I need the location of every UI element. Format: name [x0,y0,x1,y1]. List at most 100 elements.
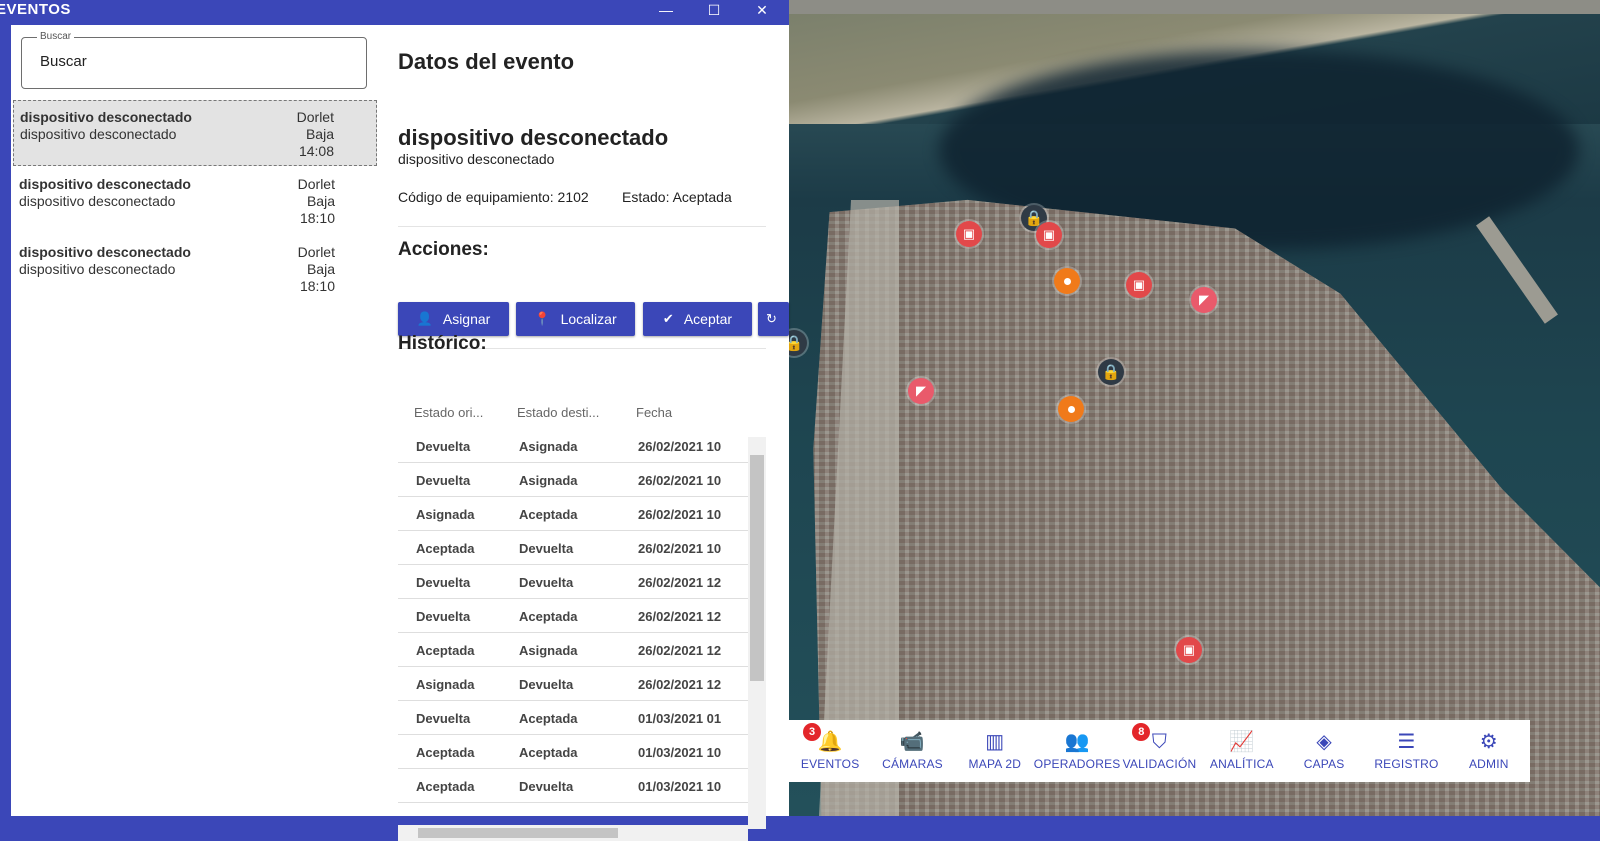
marker-lock-icon[interactable]: 🔒 [789,330,807,356]
nav-registro[interactable]: ☰ REGISTRO [1365,731,1447,771]
events-window: EVENTOS — ☐ ✕ Buscar dispositivo descone… [0,0,789,841]
nav-operadores[interactable]: 👥 OPERADORES [1034,731,1120,771]
cell-target-state: Devuelta [519,677,574,692]
maximize-icon[interactable]: ☐ [700,2,728,19]
accept-button-label: Aceptar [683,311,733,327]
nav-eventos-label: EVENTOS [800,757,860,771]
history-vertical-scrollbar[interactable] [748,437,766,829]
table-row[interactable]: Aceptada Asignada 26/02/2021 12 [398,633,748,667]
event-time: 18:10 [299,278,335,294]
nav-eventos[interactable]: 3 🔔 EVENTOS [789,723,871,771]
validacion-badge: 8 [1132,723,1151,741]
marker-camera-icon[interactable]: ▣ [1176,637,1202,663]
cell-target-state: Aceptada [519,711,578,726]
table-row[interactable]: Devuelta Asignada 26/02/2021 10 [398,463,748,497]
shield-check-icon: ⛉ [1151,731,1168,753]
table-row[interactable]: Aceptada Devuelta 26/02/2021 10 [398,531,748,565]
map-pier [1476,216,1558,324]
table-row[interactable]: Asignada Devuelta 26/02/2021 12 [398,667,748,701]
event-subtitle: dispositivo desconectado [19,261,176,277]
marker-alert-icon[interactable] [1058,396,1084,422]
list-icon: ☰ [1397,731,1416,753]
column-header-date[interactable]: Fecha [636,405,672,420]
event-subtitle: dispositivo desconectado [19,193,176,209]
nav-mapa2d[interactable]: ▥ MAPA 2D [954,731,1036,771]
history-horizontal-scrollbar[interactable] [398,825,748,841]
nav-registro-label: REGISTRO [1374,757,1439,771]
table-row[interactable]: Devuelta Aceptada 26/02/2021 12 [398,599,748,633]
marker-cctv-icon[interactable]: ◤ [908,378,934,404]
nav-camaras[interactable]: 📹 CÁMARAS [871,731,953,771]
nav-admin[interactable]: ⚙ ADMIN [1448,731,1530,771]
event-title: dispositivo desconectado [19,244,191,260]
details-event-title: dispositivo desconectado [398,125,669,150]
event-priority: Baja [306,261,335,277]
cell-origin-state: Aceptada [416,643,475,658]
cell-origin-state: Devuelta [416,609,471,624]
table-row[interactable]: Aceptada Devuelta 01/03/2021 10 [398,769,748,803]
cell-target-state: Asignada [519,473,578,488]
close-icon[interactable]: ✕ [748,2,776,19]
cell-date: 26/02/2021 10 [638,541,722,556]
event-source: Dorlet [297,244,335,260]
column-header-target-state[interactable]: Estado desti... [517,405,599,420]
event-priority: Baja [306,193,335,209]
assign-button[interactable]: 👤 Asignar [398,302,509,336]
marker-cctv-icon[interactable]: ◤ [1191,287,1217,313]
cell-origin-state: Asignada [416,507,475,522]
more-action-button[interactable]: ↻ [758,302,789,336]
equipment-code: Código de equipamiento: 2102 [398,189,589,205]
cell-origin-state: Devuelta [416,575,471,590]
event-list-item[interactable]: dispositivo desconectado dispositivo des… [13,100,377,166]
table-row[interactable]: Devuelta Aceptada 01/03/2021 01 [398,701,748,735]
cell-date: 26/02/2021 10 [638,507,722,522]
group-icon: 👥 [1064,731,1090,753]
nav-admin-label: ADMIN [1468,757,1509,771]
nav-analitica[interactable]: 📈 ANALÍTICA [1201,731,1283,771]
search-field[interactable]: Buscar [21,31,367,89]
marker-camera-icon[interactable]: ▣ [1036,222,1062,248]
event-list-item[interactable]: dispositivo desconectado dispositivo des… [13,168,377,234]
cell-date: 26/02/2021 12 [638,643,722,658]
check-circle-icon: ✔ [662,311,674,326]
nav-analitica-label: ANALÍTICA [1209,757,1274,771]
event-title: dispositivo desconectado [19,176,191,192]
marker-lock-icon[interactable]: 🔒 [1098,359,1124,385]
marker-alert-icon[interactable] [1054,268,1080,294]
table-row[interactable]: Asignada Aceptada 26/02/2021 10 [398,497,748,531]
cell-origin-state: Devuelta [416,439,471,454]
event-list-item[interactable]: dispositivo desconectado dispositivo des… [13,236,377,302]
locate-button-label: Localizar [560,311,617,327]
event-source: Dorlet [297,176,335,192]
window-titlebar: EVENTOS — ☐ ✕ [0,0,789,25]
cell-target-state: Asignada [519,643,578,658]
nav-mapa2d-label: MAPA 2D [968,757,1022,771]
event-priority: Baja [305,126,334,142]
table-row[interactable]: Devuelta Devuelta 26/02/2021 12 [398,565,748,599]
accept-button[interactable]: ✔ Aceptar [643,302,752,336]
map-view[interactable]: ▣ 🔒 ▣ ▣ ◤ 🔒 🔒 ◤ ▣ 3 🔔 EVENTOS 📹 CÁMARAS … [789,0,1600,816]
details-event-subtitle: dispositivo desconectado [398,151,555,167]
event-state: Estado: Aceptada [622,189,732,205]
minimize-icon[interactable]: — [652,2,680,18]
cell-origin-state: Asignada [416,677,475,692]
nav-capas[interactable]: ◈ CAPAS [1283,731,1365,771]
nav-validacion-label: VALIDACIÓN [1122,757,1197,771]
search-input[interactable] [38,52,342,71]
scrollbar-thumb[interactable] [750,455,764,681]
cell-origin-state: Aceptada [416,541,475,556]
table-row[interactable]: Aceptada Aceptada 01/03/2021 10 [398,735,748,769]
marker-camera-icon[interactable]: ▣ [956,221,982,247]
locate-button[interactable]: 📍 Localizar [516,302,635,336]
scrollbar-thumb[interactable] [418,828,618,838]
marker-camera-icon[interactable]: ▣ [1126,272,1152,298]
table-row[interactable]: Devuelta Asignada 26/02/2021 10 [398,429,748,463]
nav-capas-label: CAPAS [1303,757,1345,771]
cell-date: 01/03/2021 10 [638,745,722,760]
analytics-icon: 📈 [1229,731,1255,753]
cell-target-state: Devuelta [519,541,574,556]
cell-date: 26/02/2021 10 [638,439,722,454]
column-header-origin-state[interactable]: Estado ori... [414,405,483,420]
nav-validacion[interactable]: 8 ⛉ VALIDACIÓN [1118,723,1200,771]
divider [398,226,766,227]
